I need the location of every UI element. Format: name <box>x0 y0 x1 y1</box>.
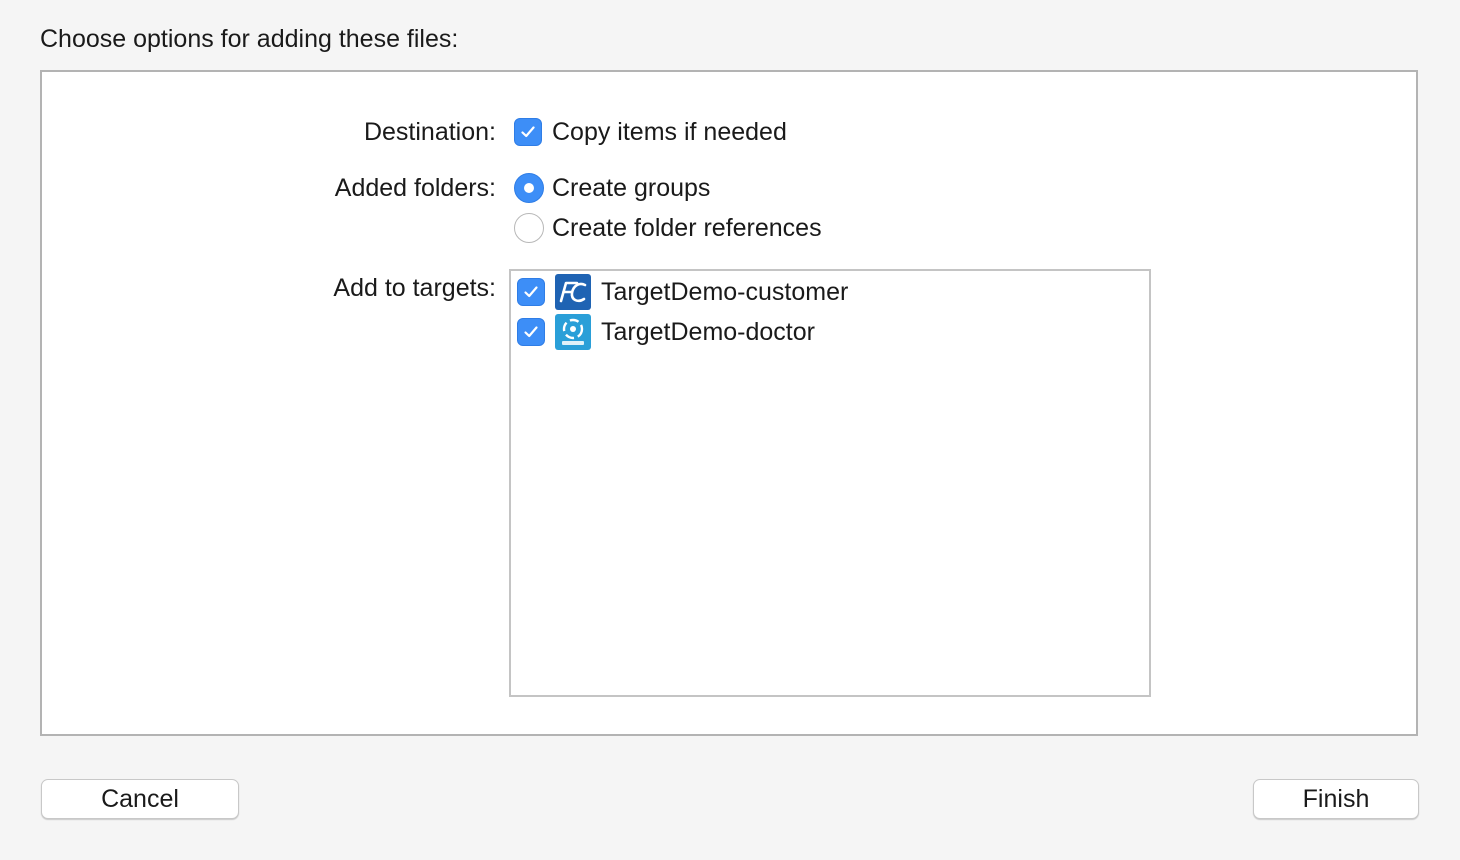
copy-items-checkbox[interactable] <box>514 118 542 146</box>
cancel-button[interactable]: Cancel <box>41 779 239 819</box>
options-panel: Destination: Copy items if needed Added … <box>40 70 1418 736</box>
target-row-doctor[interactable]: TargetDemo-doctor <box>517 313 815 351</box>
create-folder-references-label: Create folder references <box>552 214 822 242</box>
fc-app-icon <box>555 274 591 310</box>
copy-items-label: Copy items if needed <box>552 118 787 146</box>
dialog-title: Choose options for adding these files: <box>40 25 459 53</box>
create-groups-label: Create groups <box>552 174 711 202</box>
create-folder-references-radio[interactable] <box>514 213 544 243</box>
doctor-app-icon <box>555 314 591 350</box>
target-customer-checkbox[interactable] <box>517 278 545 306</box>
target-row-customer[interactable]: TargetDemo-customer <box>517 273 848 311</box>
checkmark-icon <box>521 126 535 138</box>
copy-items-checkbox-row[interactable]: Copy items if needed <box>514 115 787 149</box>
create-folder-references-radio-row[interactable]: Create folder references <box>514 211 822 245</box>
target-doctor-checkbox[interactable] <box>517 318 545 346</box>
create-groups-radio-row[interactable]: Create groups <box>514 171 710 205</box>
target-doctor-name: TargetDemo-doctor <box>601 318 815 346</box>
destination-label: Destination: <box>363 118 496 146</box>
radio-dot <box>524 183 534 193</box>
finish-button[interactable]: Finish <box>1253 779 1419 819</box>
add-to-targets-label: Add to targets: <box>333 274 496 302</box>
checkmark-icon <box>524 326 538 338</box>
target-customer-name: TargetDemo-customer <box>601 278 849 306</box>
checkmark-icon <box>524 286 538 298</box>
targets-list[interactable]: TargetDemo-customer TargetDemo-doctor <box>509 269 1151 697</box>
added-folders-label: Added folders: <box>334 174 496 202</box>
create-groups-radio[interactable] <box>514 173 544 203</box>
